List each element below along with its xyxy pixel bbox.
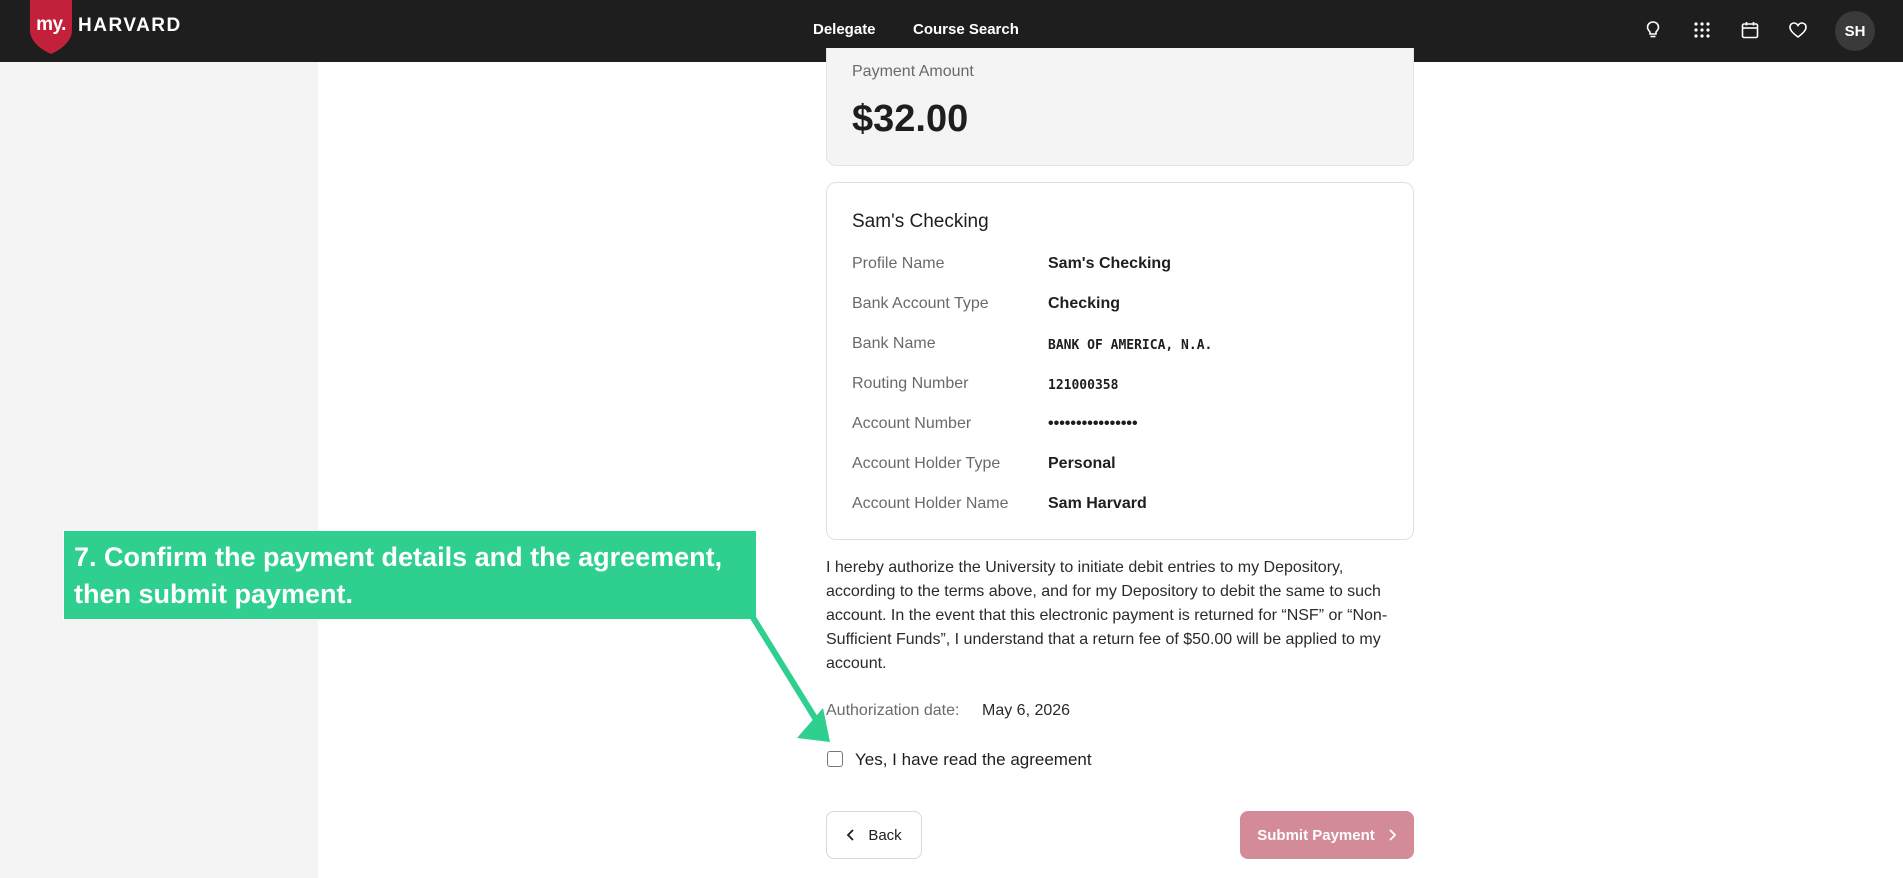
account-holder-type-label: Account Holder Type xyxy=(852,455,1001,472)
back-button[interactable]: Back xyxy=(826,811,922,859)
agreement-checkbox-label[interactable]: Yes, I have read the agreement xyxy=(855,750,1092,770)
payment-amount-value: $32.00 xyxy=(852,98,969,140)
logo-prefix[interactable]: my. xyxy=(34,14,68,36)
bank-account-type-value: Checking xyxy=(1048,295,1121,312)
tutorial-step-text: 7. Confirm the payment details and the a… xyxy=(74,542,723,609)
nav-delegate[interactable]: Delegate xyxy=(813,21,876,38)
account-number-label: Account Number xyxy=(852,415,972,432)
bank-account-card: Sam's Checking Profile Name Sam's Checki… xyxy=(826,182,1414,540)
profile-name-label: Profile Name xyxy=(852,255,945,272)
routing-number-label: Routing Number xyxy=(852,375,969,392)
authorization-date-value: May 6, 2026 xyxy=(982,702,1071,719)
payment-amount-box: Payment Amount $32.00 xyxy=(826,48,1414,166)
account-holder-name-label: Account Holder Name xyxy=(852,495,1009,512)
routing-number-value: 121000358 xyxy=(1048,378,1119,393)
submit-payment-label: Submit Payment xyxy=(1257,826,1375,844)
profile-name-value: Sam's Checking xyxy=(1048,255,1171,272)
user-avatar[interactable]: SH xyxy=(1835,11,1875,51)
bank-account-type-label: Bank Account Type xyxy=(852,295,989,312)
account-holder-type-value: Personal xyxy=(1048,455,1116,472)
submit-payment-button[interactable]: Submit Payment xyxy=(1240,811,1414,859)
lightbulb-icon[interactable] xyxy=(1641,18,1665,42)
authorization-agreement-text: I hereby authorize the University to ini… xyxy=(826,559,1388,672)
authorization-date-label: Authorization date: xyxy=(826,702,960,719)
nav-course-search[interactable]: Course Search xyxy=(913,21,1019,38)
account-card-title: Sam's Checking xyxy=(852,211,989,232)
logo-name[interactable]: HARVARD xyxy=(78,15,182,37)
chevron-right-icon xyxy=(1389,829,1397,841)
tutorial-step-callout: 7. Confirm the payment details and the a… xyxy=(63,530,757,620)
account-holder-name-value: Sam Harvard xyxy=(1048,495,1147,512)
bank-name-value: BANK OF AMERICA, N.A. xyxy=(1048,338,1213,353)
calendar-icon[interactable] xyxy=(1738,18,1762,42)
chevron-left-icon xyxy=(847,829,854,841)
account-number-value: •••••••••••••••• xyxy=(1048,415,1138,432)
apps-grid-icon[interactable] xyxy=(1690,18,1714,42)
bank-name-label: Bank Name xyxy=(852,335,936,352)
agreement-checkbox[interactable] xyxy=(827,751,843,767)
back-button-label: Back xyxy=(868,826,902,844)
left-sidebar-panel xyxy=(0,62,318,878)
heart-icon[interactable] xyxy=(1786,18,1810,42)
payment-amount-label: Payment Amount xyxy=(852,63,974,80)
